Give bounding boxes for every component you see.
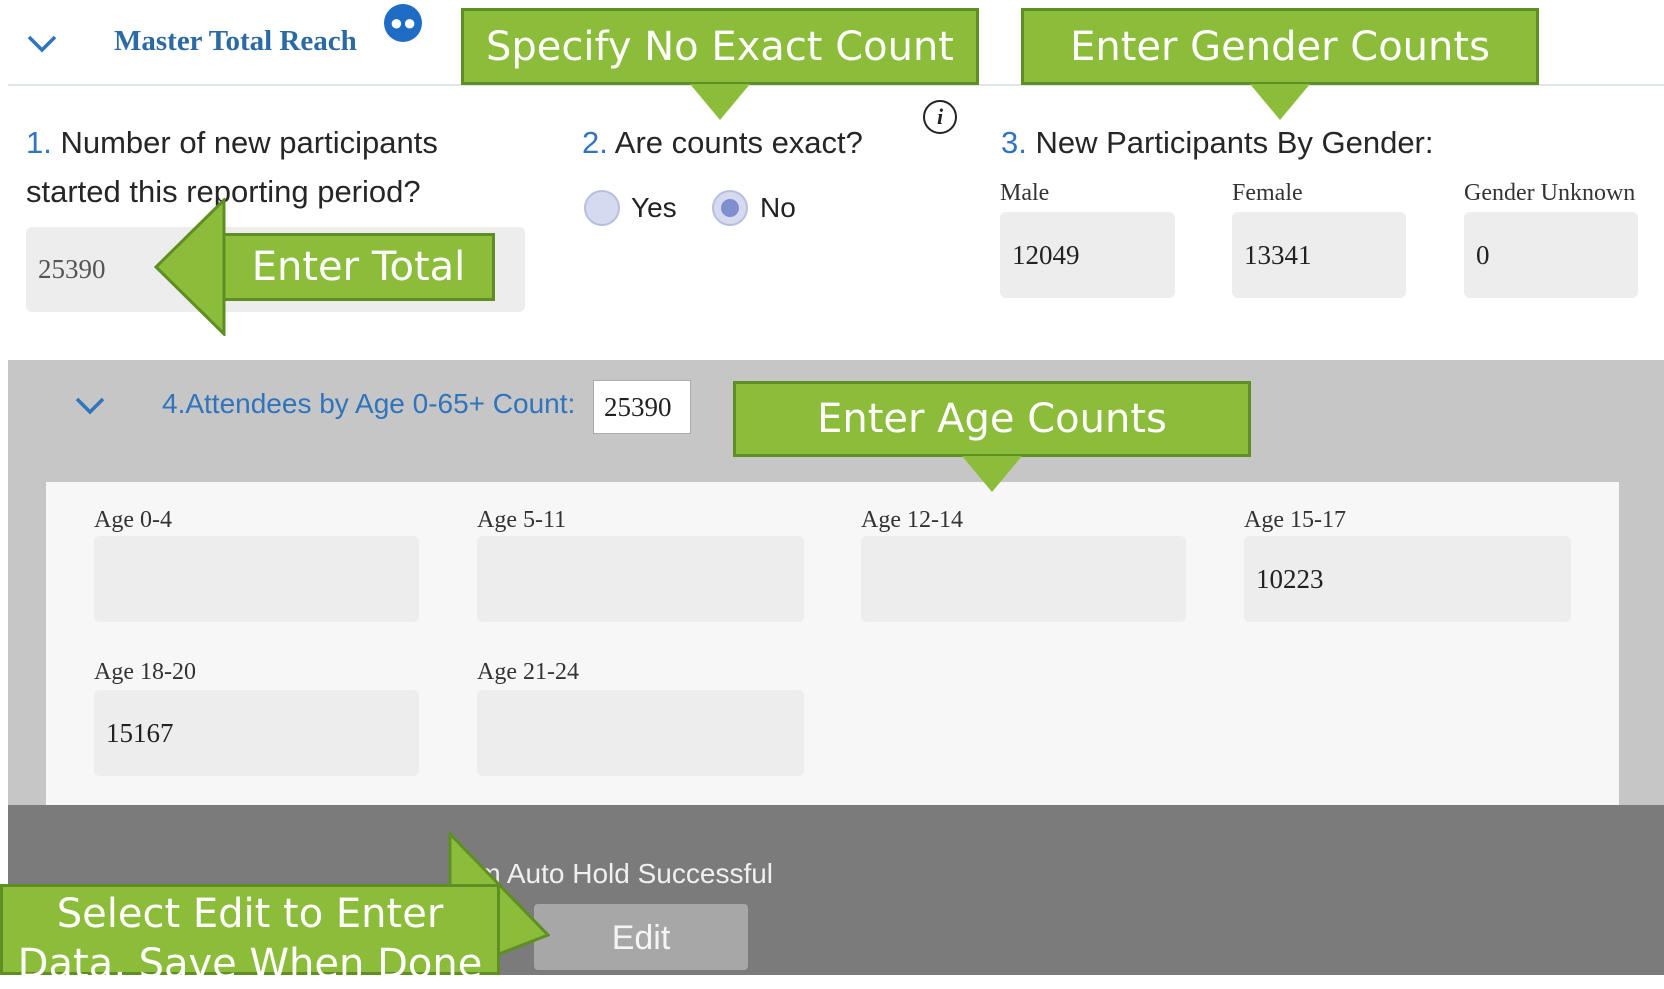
- radio-no-label: No: [760, 192, 796, 223]
- callout-arrow-icon: [690, 84, 750, 120]
- age-18-20-input[interactable]: 15167: [94, 690, 419, 776]
- age-label: Age 21-24: [477, 659, 579, 685]
- section-title: Master Total Reach: [114, 25, 357, 57]
- gender-unknown-input[interactable]: 0: [1464, 212, 1638, 298]
- radio-yes[interactable]: [584, 190, 620, 226]
- age-0-4-input[interactable]: [94, 536, 419, 622]
- question-3-label: 3. New Participants By Gender:: [1001, 118, 1434, 168]
- group-people-icon: ●●: [384, 4, 422, 42]
- question-1-text-line1: Number of new participants: [60, 125, 438, 160]
- age-15-17-input[interactable]: 10223: [1244, 536, 1571, 622]
- callout-select-edit-line2: Data, Save When Done: [17, 941, 483, 987]
- age-section-chevron-icon[interactable]: [74, 396, 106, 416]
- question-2-text: Are counts exact?: [614, 125, 863, 160]
- age-5-11-input[interactable]: [477, 536, 804, 622]
- male-label: Male: [1000, 180, 1050, 206]
- age-section-title: 4.Attendees by Age 0-65+ Count:: [162, 388, 576, 419]
- callout-arrow-left-icon: [154, 198, 226, 336]
- callout-select-edit: Select Edit to Enter Data, Save When Don…: [0, 884, 500, 987]
- callout-arrow-icon: [962, 456, 1022, 492]
- female-label: Female: [1232, 180, 1303, 206]
- info-icon[interactable]: i: [923, 100, 957, 134]
- question-1-label: 1. Number of new participants: [26, 118, 438, 168]
- age-label: Age 18-20: [94, 659, 196, 685]
- age-label: Age 5-11: [477, 507, 567, 533]
- question-3-number: 3.: [1001, 125, 1027, 160]
- gender-unknown-label: Gender Unknown: [1464, 180, 1636, 206]
- callout-enter-age-counts: Enter Age Counts: [733, 381, 1251, 457]
- female-count-input[interactable]: 13341: [1232, 212, 1406, 298]
- callout-specify-no-exact-count: Specify No Exact Count: [461, 8, 979, 85]
- callout-enter-gender-counts: Enter Gender Counts: [1021, 8, 1539, 85]
- age-12-14-input[interactable]: [861, 536, 1186, 622]
- question-2-label: 2. Are counts exact?: [582, 118, 863, 168]
- question-2-number: 2.: [582, 125, 608, 160]
- callout-select-edit-line1: Select Edit to Enter: [56, 891, 444, 937]
- radio-yes-label: Yes: [631, 192, 677, 223]
- male-count-input[interactable]: 12049: [1000, 212, 1175, 298]
- age-label: Age 12-14: [861, 507, 963, 533]
- age-21-24-input[interactable]: [477, 690, 804, 776]
- collapse-chevron-icon[interactable]: [26, 34, 58, 54]
- age-label: Age 0-4: [94, 507, 172, 533]
- age-total-count: 25390: [593, 380, 691, 434]
- age-label: Age 15-17: [1244, 507, 1346, 533]
- callout-arrow-icon: [1250, 84, 1310, 120]
- callout-enter-total: Enter Total: [222, 233, 495, 301]
- question-1-number: 1.: [26, 125, 52, 160]
- edit-button[interactable]: Edit: [534, 904, 748, 970]
- radio-no[interactable]: [712, 190, 748, 226]
- question-3-text: New Participants By Gender:: [1035, 125, 1434, 160]
